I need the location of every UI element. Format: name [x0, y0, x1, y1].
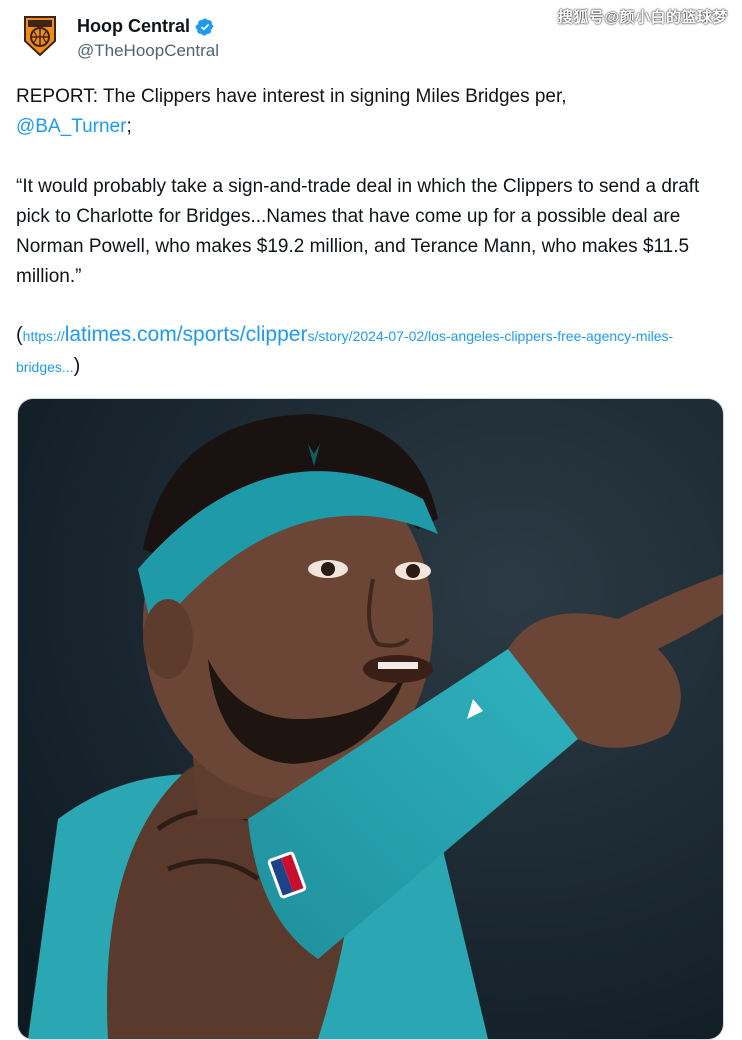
tweet-header: Hoop Central @TheHoopCentral	[16, 12, 516, 64]
display-name[interactable]: Hoop Central	[77, 16, 190, 37]
quote-text: “It would probably take a sign-and-trade…	[16, 176, 700, 287]
link-open-paren: (	[16, 324, 23, 346]
tweet-report-line: REPORT: The Clippers have interest in si…	[16, 82, 728, 142]
mention-suffix: ;	[126, 116, 132, 137]
player-photo-illustration	[18, 399, 723, 1039]
tweet-body: REPORT: The Clippers have interest in si…	[16, 82, 728, 292]
avatar[interactable]	[16, 12, 64, 60]
tweet-photo[interactable]	[17, 398, 724, 1040]
article-link-line: (https://latimes.com/sports/clippers/sto…	[16, 320, 728, 382]
link-close-paren: )	[73, 355, 81, 377]
report-text: REPORT: The Clippers have interest in si…	[16, 86, 567, 107]
hoop-central-logo-icon	[24, 16, 56, 57]
mention-link[interactable]: @BA_Turner	[16, 116, 126, 137]
article-link[interactable]: https://latimes.com/sports/clippers/stor…	[16, 323, 673, 375]
account-handle[interactable]: @TheHoopCentral	[77, 41, 219, 61]
article-link-scheme: https://	[22, 328, 65, 344]
verified-badge-icon	[195, 17, 214, 36]
article-link-domain: latimes.com/sports/clipper	[64, 323, 308, 346]
watermark-text: 搜狐号@颜小白的篮球梦	[557, 9, 728, 26]
